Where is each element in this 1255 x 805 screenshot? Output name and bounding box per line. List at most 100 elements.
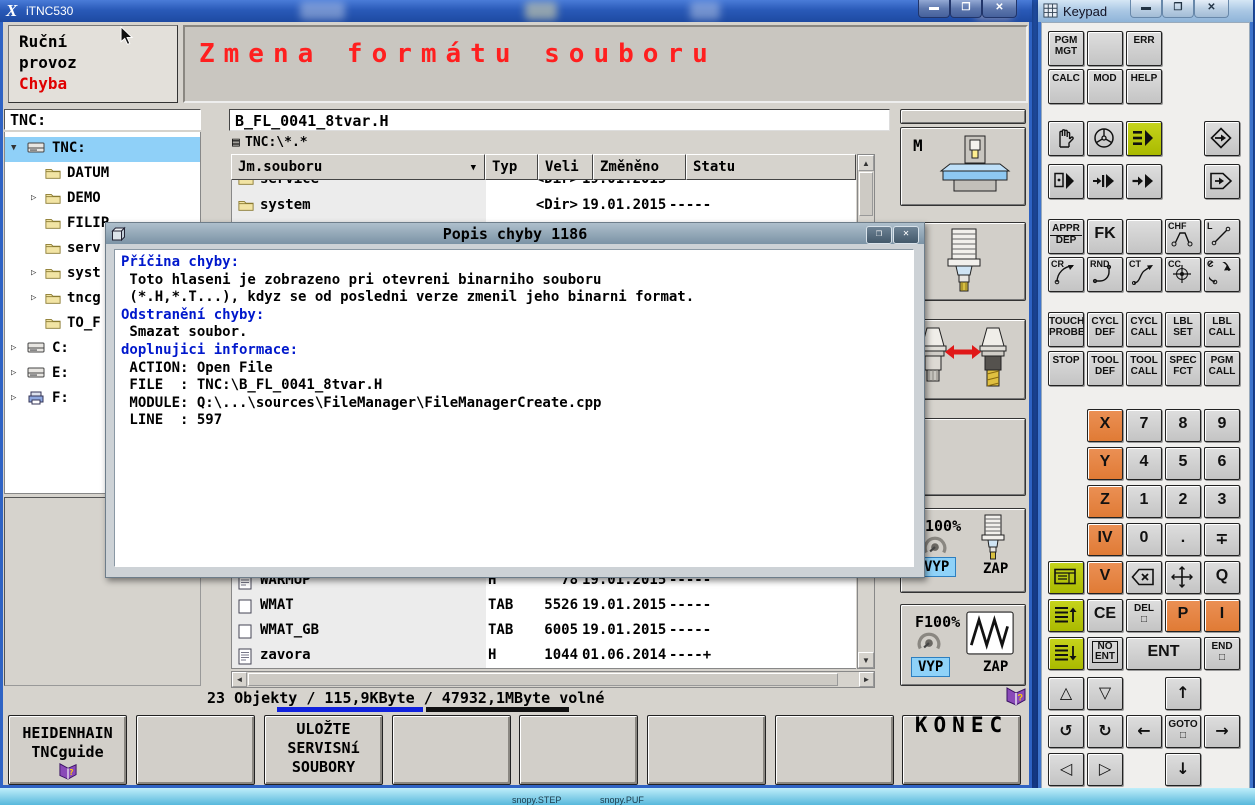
key-rnd[interactable]: RND bbox=[1087, 257, 1123, 292]
key-backspace[interactable] bbox=[1126, 561, 1162, 594]
feed-override-zap[interactable]: ZAP bbox=[983, 659, 1008, 675]
main-titlebar[interactable]: X iTNC530 ▬ ❒ ✕ bbox=[0, 0, 1032, 22]
dialog-close-button[interactable]: ✕ bbox=[893, 226, 919, 244]
file-row-wmat[interactable]: WMATTAB552619.01.2015----- bbox=[232, 594, 856, 619]
key-arrow-right[interactable]: → bbox=[1204, 715, 1240, 748]
key-axis-y[interactable]: Y bbox=[1087, 447, 1123, 480]
key-page-down[interactable] bbox=[1048, 637, 1084, 670]
key-goto[interactable]: GOTO □ bbox=[1165, 715, 1201, 748]
key-help[interactable]: HELP bbox=[1126, 69, 1162, 104]
key-i-key[interactable]: I bbox=[1204, 599, 1240, 632]
sort-dropdown-icon[interactable]: ▼ bbox=[471, 163, 476, 173]
key-calc[interactable]: CALC bbox=[1048, 69, 1084, 104]
desktop-icon-label[interactable]: snopy.PUF bbox=[600, 795, 644, 805]
softkey-konec[interactable]: KONEC bbox=[902, 715, 1021, 785]
key-down-triangle[interactable]: ▽ bbox=[1087, 677, 1123, 710]
key-rotate-cw[interactable]: ↻ bbox=[1087, 715, 1123, 748]
key-end[interactable]: END □ bbox=[1204, 637, 1240, 670]
key-ce[interactable]: CE bbox=[1087, 599, 1123, 632]
keypad-titlebar[interactable]: Keypad ▬ ❒ ✕ bbox=[1038, 0, 1253, 22]
file-row-service[interactable]: service<Dir>19.01.2015----- bbox=[232, 180, 856, 193]
key-rotate-ccw[interactable]: ↺ bbox=[1048, 715, 1084, 748]
scroll-down-button[interactable]: ▼ bbox=[858, 652, 874, 668]
key-arrow-down[interactable]: ↓ bbox=[1165, 753, 1201, 786]
softkey-4[interactable] bbox=[392, 715, 511, 785]
key-digit-0[interactable]: 0 bbox=[1126, 523, 1162, 556]
key-stop[interactable]: STOP bbox=[1048, 351, 1084, 386]
column-header-jm-souboru[interactable]: Jm.souboru▼ bbox=[231, 154, 485, 180]
file-row-zavora[interactable]: zavoraH104401.06.2014----+ bbox=[232, 644, 856, 669]
file-row-wmat-gb[interactable]: WMAT_GBTAB600519.01.2015----- bbox=[232, 619, 856, 644]
key-lbl-call[interactable]: LBL CALL bbox=[1204, 312, 1240, 347]
softkey-5[interactable] bbox=[519, 715, 638, 785]
key-smart-run-mode[interactable] bbox=[1204, 164, 1240, 199]
desktop-icon-label[interactable]: snopy.STEP bbox=[512, 795, 561, 805]
keypad-maximize-button[interactable]: ❒ bbox=[1162, 0, 1194, 18]
minimize-button[interactable]: ▬ bbox=[918, 0, 950, 18]
key-q-key[interactable]: Q bbox=[1204, 561, 1240, 594]
scroll-up-button[interactable]: ▲ bbox=[858, 155, 874, 171]
key-cycl-def[interactable]: CYCL DEF bbox=[1087, 312, 1123, 347]
machine-status-softkey[interactable]: M bbox=[900, 127, 1026, 206]
key-p-key[interactable]: P bbox=[1165, 599, 1201, 632]
tree-item-datum[interactable]: DATUM bbox=[5, 162, 200, 187]
scroll-right-button[interactable]: ► bbox=[859, 672, 874, 687]
key-arrow-left[interactable]: ← bbox=[1126, 715, 1162, 748]
feed-override-vyp[interactable]: VYP bbox=[911, 657, 950, 677]
key-digit-5[interactable]: 5 bbox=[1165, 447, 1201, 480]
key-ent[interactable]: ENT bbox=[1126, 637, 1201, 670]
expand-arrow-icon[interactable]: ▷ bbox=[31, 268, 36, 278]
key-c-arc[interactable]: C bbox=[1204, 257, 1240, 292]
key-arrow-up[interactable]: ↑ bbox=[1165, 677, 1201, 710]
key-axis-z[interactable]: Z bbox=[1087, 485, 1123, 518]
key-run-full-mode[interactable] bbox=[1126, 164, 1162, 199]
collapse-arrow-icon[interactable]: ▼ bbox=[11, 143, 16, 153]
expand-arrow-icon[interactable]: ▷ bbox=[11, 368, 16, 378]
key-tool-def[interactable]: TOOL DEF bbox=[1087, 351, 1123, 386]
key-actual-position[interactable] bbox=[1165, 561, 1201, 594]
key-digit-2[interactable]: 2 bbox=[1165, 485, 1201, 518]
softkey-7[interactable] bbox=[775, 715, 894, 785]
key-cc[interactable]: CC bbox=[1165, 257, 1201, 292]
key-digit-1[interactable]: 1 bbox=[1126, 485, 1162, 518]
key-page-up[interactable] bbox=[1048, 599, 1084, 632]
key-del[interactable]: DEL □ bbox=[1126, 599, 1162, 632]
key-cr[interactable]: CR bbox=[1048, 257, 1084, 292]
key-plus-minus[interactable]: ∓ bbox=[1204, 523, 1240, 556]
key-chf[interactable]: CHF bbox=[1165, 219, 1201, 254]
key-fk[interactable]: FK bbox=[1087, 219, 1123, 254]
tree-item-demo[interactable]: ▷DEMO bbox=[5, 187, 200, 212]
close-button[interactable]: ✕ bbox=[982, 0, 1017, 18]
key-digit-6[interactable]: 6 bbox=[1204, 447, 1240, 480]
key-right-triangle[interactable]: ▷ bbox=[1087, 753, 1123, 786]
key-digit-3[interactable]: 3 bbox=[1204, 485, 1240, 518]
key-mdi-mode[interactable] bbox=[1048, 164, 1084, 199]
scroll-left-button[interactable]: ◄ bbox=[232, 672, 247, 687]
key-programming-mode[interactable] bbox=[1126, 121, 1162, 156]
key-axis-v[interactable]: V bbox=[1087, 561, 1123, 594]
key-pgm-mgt[interactable]: PGM MGT bbox=[1048, 31, 1084, 66]
key-run-single-mode[interactable] bbox=[1087, 164, 1123, 199]
key-mod[interactable]: MOD bbox=[1087, 69, 1123, 104]
key-left-triangle[interactable]: ◁ bbox=[1048, 753, 1084, 786]
dialog-maximize-button[interactable]: ❒ bbox=[866, 226, 892, 244]
file-row-system[interactable]: system<Dir>19.01.2015----- bbox=[232, 194, 856, 219]
key-err[interactable]: ERR bbox=[1126, 31, 1162, 66]
key-test-run-mode[interactable] bbox=[1204, 121, 1240, 156]
key-tool-call[interactable]: TOOL CALL bbox=[1126, 351, 1162, 386]
key-spec-fct[interactable]: SPEC FCT bbox=[1165, 351, 1201, 386]
key-digit-8[interactable]: 8 bbox=[1165, 409, 1201, 442]
softkey-6[interactable] bbox=[647, 715, 766, 785]
tree-item-tnc[interactable]: ▼TNC: bbox=[5, 137, 200, 162]
vscroll-thumb[interactable] bbox=[859, 172, 873, 216]
key-blank-key-2[interactable] bbox=[1126, 219, 1162, 254]
expand-arrow-icon[interactable]: ▷ bbox=[31, 193, 36, 203]
key-touch-probe[interactable]: TOUCH PROBE bbox=[1048, 312, 1084, 347]
column-header-veli[interactable]: Veli bbox=[538, 154, 593, 180]
tree-path-header[interactable]: TNC: bbox=[4, 109, 201, 130]
key-screen-layout[interactable] bbox=[1048, 561, 1084, 594]
keypad-close-button[interactable]: ✕ bbox=[1194, 0, 1229, 18]
maximize-button[interactable]: ❒ bbox=[950, 0, 982, 18]
feed-override-softkey[interactable]: F100% VYP ZAP bbox=[900, 604, 1026, 686]
key-up-triangle[interactable]: △ bbox=[1048, 677, 1084, 710]
